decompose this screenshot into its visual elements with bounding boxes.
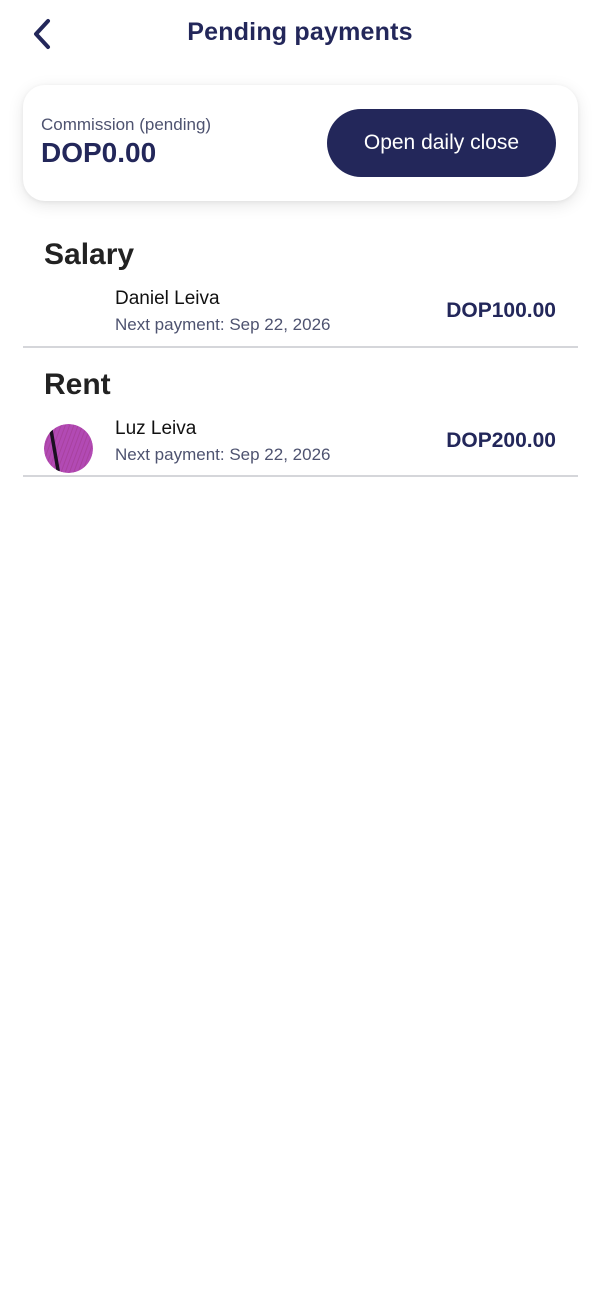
next-payment-date: Next payment: Sep 22, 2026	[115, 315, 331, 334]
avatar	[44, 424, 93, 473]
payment-row[interactable]: Daniel Leiva Next payment: Sep 22, 2026 …	[23, 288, 578, 348]
payment-amount: DOP200.00	[446, 429, 556, 452]
divider	[23, 475, 578, 477]
pending-payments-screen: Pending payments Commission (pending) DO…	[0, 0, 600, 1303]
header: Pending payments	[0, 0, 600, 72]
section-title: Rent	[44, 368, 111, 401]
next-payment-date: Next payment: Sep 22, 2026	[115, 445, 331, 464]
divider	[23, 346, 578, 348]
commission-label: Commission (pending)	[41, 115, 212, 134]
page-title: Pending payments	[187, 18, 413, 46]
open-daily-close-button[interactable]: Open daily close	[327, 109, 556, 177]
commission-amount: DOP0.00	[41, 137, 157, 168]
commission-card: Commission (pending) DOP0.00 Open daily …	[23, 85, 578, 201]
payee-name: Daniel Leiva	[115, 288, 220, 309]
payment-row[interactable]: Luz Leiva Next payment: Sep 22, 2026 DOP…	[23, 418, 578, 478]
payee-name: Luz Leiva	[115, 418, 197, 439]
section-title: Salary	[44, 238, 135, 271]
payment-amount: DOP100.00	[446, 299, 556, 322]
